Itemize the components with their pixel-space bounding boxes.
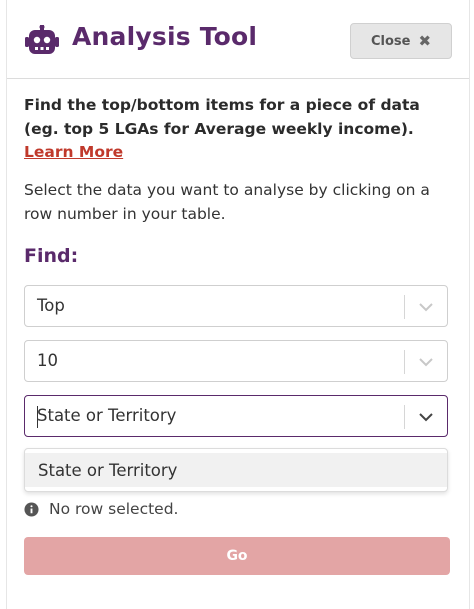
dropdown-option[interactable]: State or Territory — [25, 453, 447, 487]
panel-header: Analysis Tool Close ✖ — [7, 0, 469, 79]
category-dropdown-menu: State or Territory — [24, 448, 448, 492]
tool-description: Find the top/bottom items for a piece of… — [24, 96, 420, 138]
page-title: Analysis Tool — [72, 22, 258, 51]
category-select-value: State or Territory — [37, 406, 177, 425]
close-icon: ✖ — [418, 32, 432, 50]
learn-more-link[interactable]: Learn More — [24, 143, 123, 161]
select-separator — [404, 295, 405, 319]
direction-select[interactable]: Top — [24, 285, 448, 327]
analysis-tool-panel: Analysis Tool Close ✖ Find the top/botto… — [6, 0, 470, 609]
chevron-down-icon — [419, 358, 433, 367]
close-button-label: Close — [370, 33, 411, 49]
category-select[interactable]: State or Territory — [24, 395, 448, 437]
close-button[interactable]: Close ✖ — [350, 23, 452, 59]
chevron-down-icon — [419, 413, 433, 422]
select-separator — [404, 350, 405, 374]
instructions-text: Select the data you want to analyse by c… — [24, 181, 430, 223]
find-label: Find: — [24, 245, 79, 267]
go-button[interactable]: Go — [24, 537, 450, 575]
count-select[interactable]: 10 — [24, 340, 448, 382]
dropdown-option-label: State or Territory — [38, 461, 178, 480]
info-icon — [24, 501, 39, 517]
chevron-down-icon — [419, 303, 433, 312]
select-separator — [404, 405, 405, 429]
count-select-value: 10 — [37, 351, 58, 370]
status-text: No row selected. — [49, 500, 179, 518]
direction-select-value: Top — [37, 296, 65, 315]
robot-icon — [25, 25, 59, 54]
selection-status: No row selected. — [24, 500, 178, 518]
